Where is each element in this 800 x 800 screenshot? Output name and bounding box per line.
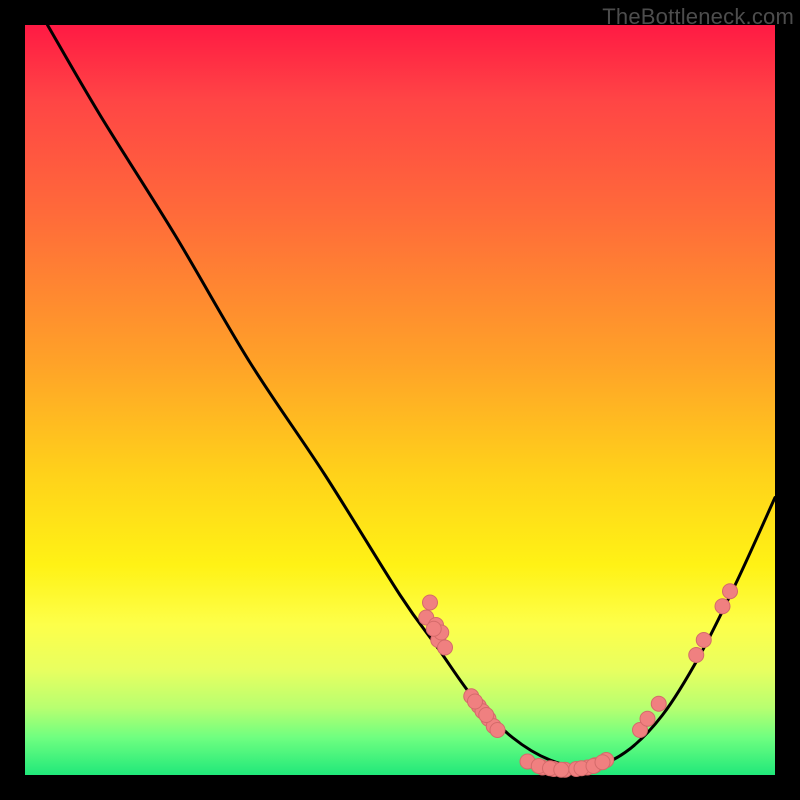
chart-svg [25, 25, 775, 775]
data-points [419, 584, 738, 778]
data-point [438, 640, 453, 655]
data-point [640, 711, 655, 726]
data-point [426, 621, 441, 636]
data-point [468, 694, 483, 709]
data-point [696, 633, 711, 648]
data-point [715, 599, 730, 614]
data-point [723, 584, 738, 599]
data-point [689, 648, 704, 663]
data-point [479, 708, 494, 723]
data-point [651, 696, 666, 711]
data-point [423, 595, 438, 610]
bottleneck-curve [48, 25, 776, 768]
data-point [595, 755, 610, 770]
data-point [554, 762, 569, 777]
data-point [490, 723, 505, 738]
